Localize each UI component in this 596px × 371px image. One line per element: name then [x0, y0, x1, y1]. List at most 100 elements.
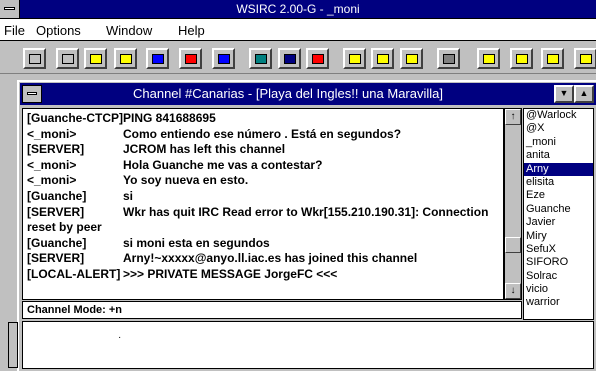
user-list-item[interactable]: @Warlock — [524, 109, 593, 122]
message-nick: [Guanche-CTCP] — [27, 111, 123, 125]
text-caret: · — [118, 332, 122, 343]
message-nick: <_moni> — [27, 173, 77, 188]
ping-icon — [546, 53, 559, 64]
message-nick: [Guanche] — [27, 235, 87, 250]
toolbar-ping-button[interactable] — [541, 48, 564, 69]
message-text: si moni esta en segundos — [123, 235, 270, 250]
user-list-item[interactable]: elisita — [524, 176, 593, 189]
ignore-icon — [482, 53, 495, 64]
whois-icon — [283, 53, 296, 64]
menu-options[interactable]: Options — [36, 23, 81, 38]
toolbar-query-button[interactable] — [343, 48, 366, 69]
chat-icon — [376, 53, 389, 64]
message-line: [SERVER] Arny!~xxxxx@anyo.ll.iac.es has j… — [27, 251, 499, 267]
message-text: si — [123, 188, 134, 203]
channel-mode-text: Channel Mode: +n — [27, 304, 123, 316]
join-icon — [151, 53, 164, 64]
scroll-thumb[interactable] — [505, 237, 521, 253]
channel-mode-bar: Channel Mode: +n — [22, 301, 522, 319]
message-nick: [LOCAL-ALERT] — [27, 266, 121, 281]
user-list-item[interactable]: Miry — [524, 230, 593, 243]
message-line: <_moni> Hola Guanche me vas a contestar? — [27, 158, 499, 174]
toolbar-info-button[interactable] — [400, 48, 423, 69]
open-icon — [28, 53, 41, 64]
message-input[interactable]: · — [22, 321, 594, 369]
toolbar-options-button[interactable] — [84, 48, 107, 69]
message-nick: [Guanche] — [27, 188, 87, 203]
message-line: <_moni> Yo soy nueva en esto. — [27, 173, 499, 189]
user-list-item[interactable]: Guanche — [524, 203, 593, 216]
toolbar-help-button[interactable] — [114, 48, 137, 69]
channel-title-bar: Channel #Canarias - [Playa del Ingles!! … — [20, 83, 596, 105]
user-icon — [442, 53, 455, 64]
message-text: >>> PRIVATE MESSAGE JorgeFC <<< — [123, 266, 338, 281]
user-list-item[interactable]: anita — [524, 149, 593, 162]
toolbar-ignore-button[interactable] — [477, 48, 500, 69]
toolbar-away-button[interactable] — [510, 48, 533, 69]
scroll-down-arrow-icon[interactable]: ↓ — [505, 283, 521, 299]
user-list-item[interactable]: SIFORO — [524, 256, 593, 269]
message-line: [Guanche] si moni esta en segundos — [27, 236, 499, 252]
user-list-item[interactable]: @X — [524, 122, 593, 135]
toolbar-open-button[interactable] — [23, 48, 46, 69]
message-nick: [SERVER] — [27, 142, 85, 157]
toolbar-whois-button[interactable] — [278, 48, 301, 69]
query-icon — [348, 53, 361, 64]
names-icon — [311, 53, 324, 64]
app-title: WSIRC 2.00-G - _moni — [236, 2, 360, 16]
user-list-item[interactable]: Eze — [524, 189, 593, 202]
message-text: Arny!~xxxxx@anyo.ll.iac.es has joined th… — [123, 251, 418, 266]
user-list-item[interactable]: SefuX — [524, 243, 593, 256]
user-list-item[interactable]: Javier — [524, 216, 593, 229]
leave-icon — [184, 53, 197, 64]
message-nick: [SERVER] — [27, 251, 85, 266]
channel-title: Channel #Canarias - [Playa del Ingles!! … — [132, 86, 443, 101]
minimize-button[interactable]: ▼ — [554, 85, 574, 103]
message-text: Hola Guanche me vas a contestar? — [123, 157, 323, 172]
message-line: [SERVER] JCROM has left this channel — [27, 142, 499, 158]
user-list[interactable]: @Warlock @X _moni anita Arny elisita Eze Guanch… — [523, 108, 594, 320]
toolbar-log-button[interactable] — [574, 48, 596, 69]
user-list-item[interactable]: vicio — [524, 283, 593, 296]
message-text: JCROM has left this channel — [123, 142, 286, 157]
toolbar-user-button[interactable] — [437, 48, 460, 69]
toolbar-names-button[interactable] — [306, 48, 329, 69]
options-icon — [89, 53, 102, 64]
app-title-bar: WSIRC 2.00-G - _moni — [0, 0, 596, 19]
message-nick: <_moni> — [27, 157, 77, 172]
toolbar-leave-button[interactable] — [179, 48, 202, 69]
menu-help[interactable]: Help — [178, 23, 205, 38]
message-line: <_moni> Como entiendo ese número . Está e… — [27, 127, 499, 143]
message-line: [SERVER] Wkr has quit IRC Read error to W… — [27, 205, 499, 236]
menu-file[interactable]: File — [4, 23, 25, 38]
help-icon — [119, 53, 132, 64]
menu-bar: File Options Window Help — [0, 19, 596, 41]
info-icon — [405, 53, 418, 64]
message-pane[interactable]: [Guanche-CTCP]PING 841688695 <_moni> Como … — [22, 108, 504, 300]
window-edge — [8, 322, 18, 368]
away-icon — [515, 53, 528, 64]
log-icon — [579, 53, 592, 64]
menu-window[interactable]: Window — [106, 23, 152, 38]
message-nick: [SERVER] — [27, 204, 85, 219]
scroll-up-arrow-icon[interactable]: ↑ — [505, 109, 521, 125]
user-list-item[interactable]: warrior — [524, 296, 593, 309]
connect-icon — [61, 53, 74, 64]
toolbar-join-button[interactable] — [146, 48, 169, 69]
dcc-icon — [254, 53, 267, 64]
toolbar-chat-button[interactable] — [371, 48, 394, 69]
maximize-button[interactable]: ▲ — [574, 85, 594, 103]
toolbar-connect-button[interactable] — [56, 48, 79, 69]
message-nick: <_moni> — [27, 126, 77, 141]
list-icon — [217, 53, 230, 64]
user-list-item[interactable]: Solrac — [524, 270, 593, 283]
toolbar-list-button[interactable] — [212, 48, 235, 69]
message-text: Como entiendo ese número . Está en segun… — [123, 126, 402, 141]
user-list-item[interactable]: _moni — [524, 136, 593, 149]
user-list-item[interactable]: Arny — [524, 162, 593, 176]
message-line: [Guanche] si — [27, 189, 499, 205]
toolbar-dcc-button[interactable] — [249, 48, 272, 69]
message-scrollbar[interactable]: ↑ ↓ — [504, 108, 522, 300]
message-line: [Guanche-CTCP]PING 841688695 — [27, 111, 499, 127]
message-text: Yo soy nueva en esto. — [123, 173, 249, 188]
